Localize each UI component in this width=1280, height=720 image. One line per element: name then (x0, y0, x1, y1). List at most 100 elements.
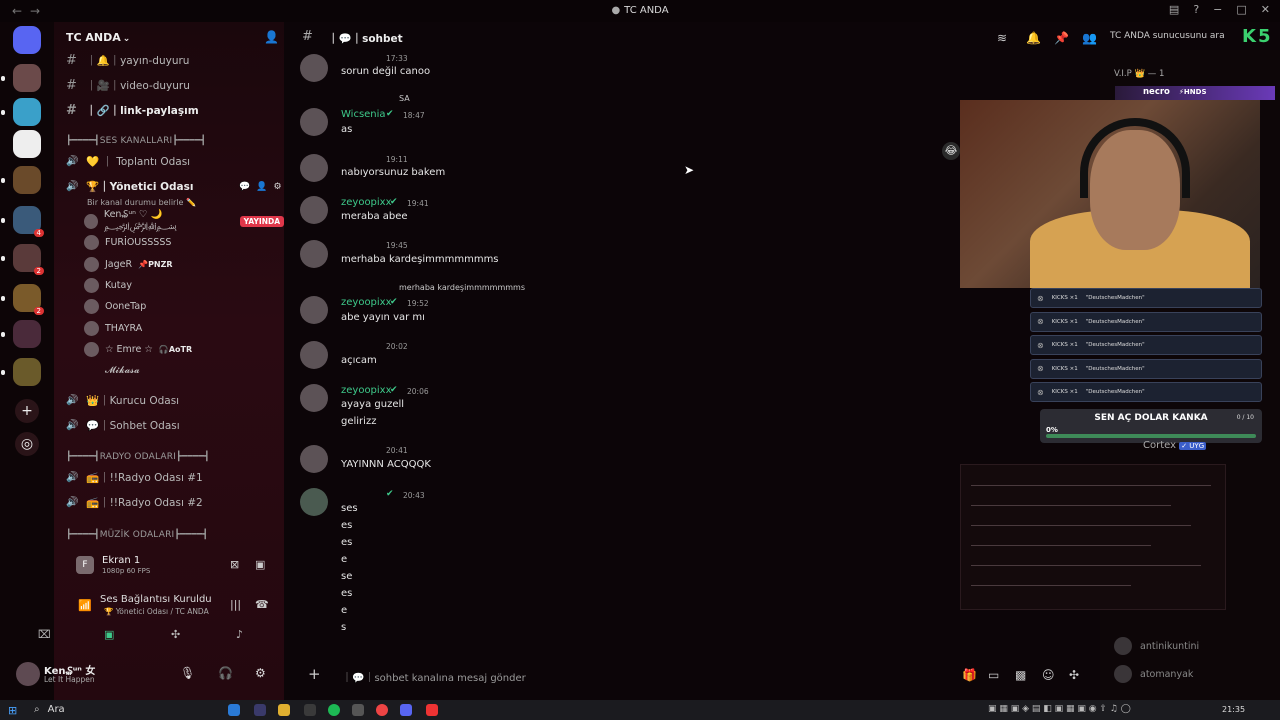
voice-user[interactable]: Ken₷ᵘⁿ ♡ 🌙 ﷽ YAYINDA (84, 209, 284, 232)
disconnect-icon[interactable]: ☎ (255, 598, 269, 611)
message-author[interactable]: zeyoopixx (341, 197, 392, 208)
voice-user[interactable]: JageR 📌PNZR (84, 255, 173, 273)
close-icon[interactable]: ⊗ (1037, 341, 1044, 350)
voice-user[interactable]: 𝓜𝓲𝓴𝓪𝓼𝓪 (84, 361, 140, 379)
close-icon[interactable]: ⊗ (1037, 317, 1044, 326)
taskbar-search[interactable]: ⌕ Ara (34, 704, 65, 715)
voice-channel-radyo-2[interactable]: 🔊 📻｜!!Radyo Odası #2 (66, 493, 203, 511)
server-icon[interactable]: 4 (1, 206, 44, 237)
noise-icon[interactable]: ||| (230, 598, 241, 611)
close-button[interactable]: ✕ (1261, 3, 1270, 16)
avatar[interactable] (300, 341, 328, 369)
explore-icon[interactable]: ◎ (15, 432, 39, 456)
taskbar-app-icon[interactable] (228, 704, 240, 716)
taskbar-app-icon[interactable] (278, 704, 290, 716)
taskbar-app-icon[interactable] (352, 704, 364, 716)
member-item[interactable]: antinikuntini (1114, 637, 1199, 655)
reply-preview[interactable]: SA (340, 94, 410, 103)
category-ses-kanallari[interactable]: ┣━━━━┫SES KANALLARI┣━━━━┫ (66, 136, 206, 146)
apps-icon[interactable]: ✣ (1069, 668, 1079, 682)
sticker-icon[interactable]: ▩ (1015, 668, 1026, 682)
server-icon[interactable]: 2 (1, 284, 44, 315)
voice-user[interactable]: FURİOUSSSSS (84, 233, 171, 251)
activities-icon[interactable]: ✣ (171, 628, 180, 641)
message-author[interactable]: zeyoopixx (341, 385, 392, 396)
avatar[interactable] (300, 240, 328, 268)
avatar[interactable] (300, 488, 328, 516)
stop-stream-icon[interactable]: ⊠ (230, 558, 239, 571)
search-input[interactable]: TC ANDA sunucusunu ara (1110, 31, 1225, 41)
avatar[interactable] (300, 108, 328, 136)
members-icon[interactable]: 👥 (1082, 31, 1097, 45)
windows-start-icon[interactable]: ⊞ (8, 704, 17, 717)
server-name[interactable]: TC ANDA ⌄ (66, 31, 130, 44)
avatar[interactable] (300, 154, 328, 182)
channel-link-paylasim[interactable]: # ｜🔗｜link-paylaşım (66, 101, 199, 119)
close-icon[interactable]: ⊗ (1037, 294, 1044, 303)
headphones-icon[interactable]: 🎧 (218, 666, 233, 680)
category-muzik-odalari[interactable]: ┣━━━━┫MÜZİK ODALARI┣━━━━┫ (66, 530, 208, 540)
server-icon[interactable]: 2 (1, 244, 44, 275)
avatar[interactable] (300, 196, 328, 224)
voice-channel-toplanti[interactable]: 🔊 💛 ｜ Toplantı Odası (66, 152, 190, 170)
avatar[interactable] (300, 296, 328, 324)
server-icon[interactable] (1, 358, 41, 386)
avatar[interactable] (300, 384, 328, 412)
server-icon[interactable] (1, 64, 41, 92)
message-author[interactable]: Wicsenia (341, 109, 386, 120)
message-input[interactable]: ｜💬｜sohbet kanalına mesaj gönder (342, 669, 526, 684)
close-icon[interactable]: ⊗ (1037, 388, 1044, 397)
voice-user[interactable]: Kutay (84, 276, 132, 294)
member-item-necro[interactable]: necro ⚡HNDS (1115, 86, 1275, 100)
server-icon[interactable] (1, 320, 41, 348)
settings-gear-icon[interactable]: ⚙ (273, 182, 281, 192)
voice-user[interactable]: ☆ Emre ☆ 🎧AoTR (84, 340, 192, 358)
voice-channel-sohbet[interactable]: 🔊 💬｜Sohbet Odası (66, 416, 180, 434)
channel-yayin-duyuru[interactable]: # ｜🔔｜yayın-duyuru (66, 51, 189, 69)
camera-off-icon[interactable]: ⌧ (38, 628, 51, 641)
invite-user-icon[interactable]: 👤 (256, 182, 267, 192)
voice-channel-radyo-1[interactable]: 🔊 📻｜!!Radyo Odası #1 (66, 468, 203, 486)
voice-user[interactable]: THAYRA (84, 319, 142, 337)
help-icon[interactable]: ? (1193, 3, 1199, 16)
message-author[interactable]: zeyoopixx (341, 297, 392, 308)
tray-icons[interactable]: ▣ ▦ ▣ ◈ ▤ ◧ ▣ ▦ ▣ ◉ ⇧ ♫ ◯ (988, 704, 1131, 714)
upload-plus-icon[interactable]: + (308, 665, 321, 683)
user-settings-gear-icon[interactable]: ⚙ (255, 666, 266, 680)
member-item-cortex[interactable]: Cortex ✓ UYG (1143, 440, 1207, 451)
maximize-button[interactable]: □ (1236, 3, 1246, 16)
stream-settings-icon[interactable]: ▣ (255, 558, 265, 571)
taskbar-app-icon[interactable] (254, 704, 266, 716)
pin-icon[interactable]: 📌 (1054, 31, 1069, 45)
discord-home-icon[interactable] (13, 26, 41, 54)
avatar[interactable] (300, 445, 328, 473)
mic-icon[interactable]: 🎙 (180, 666, 195, 680)
taskbar-app-icon[interactable] (328, 704, 340, 716)
bell-icon[interactable]: 🔔 (1026, 31, 1041, 45)
server-icon[interactable] (13, 130, 41, 158)
taskbar-app-icon[interactable] (304, 704, 316, 716)
inbox-icon[interactable]: ▤ (1169, 3, 1179, 16)
minimize-button[interactable]: − (1213, 3, 1222, 16)
reply-preview[interactable]: merhaba kardeşimmmmmmms (340, 283, 525, 292)
add-server-icon[interactable]: + (15, 399, 39, 423)
voice-channel-kurucu[interactable]: 🔊 👑｜Kurucu Odası (66, 391, 179, 409)
invite-icon[interactable]: 👤 (264, 30, 279, 44)
screen-icon[interactable]: ▣ (104, 628, 114, 641)
chat-icon[interactable]: 💬 (239, 182, 250, 192)
voice-status-title[interactable]: Ses Bağlantısı Kuruldu (100, 594, 212, 605)
avatar[interactable] (16, 662, 40, 686)
member-item[interactable]: atomanyak (1114, 665, 1193, 683)
emoji-icon[interactable]: ☺ (1042, 668, 1055, 682)
taskbar-app-icon[interactable] (376, 704, 388, 716)
gift-icon[interactable]: 🎁 (962, 668, 977, 682)
voice-user[interactable]: OoneTap (84, 297, 146, 315)
taskbar-app-icon[interactable] (400, 704, 412, 716)
gif-icon[interactable]: ▭ (988, 668, 999, 682)
category-radyo-odalari[interactable]: ┣━━━━┫RADYO ODALARI┣━━━━┫ (66, 452, 210, 462)
server-icon[interactable] (1, 98, 41, 126)
server-icon[interactable] (1, 166, 41, 194)
voice-channel-yonetici[interactable]: 🔊 🏆｜Yönetici Odası (66, 177, 194, 195)
channel-video-duyuru[interactable]: # ｜🎥｜video-duyuru (66, 76, 190, 94)
avatar[interactable] (300, 54, 328, 82)
